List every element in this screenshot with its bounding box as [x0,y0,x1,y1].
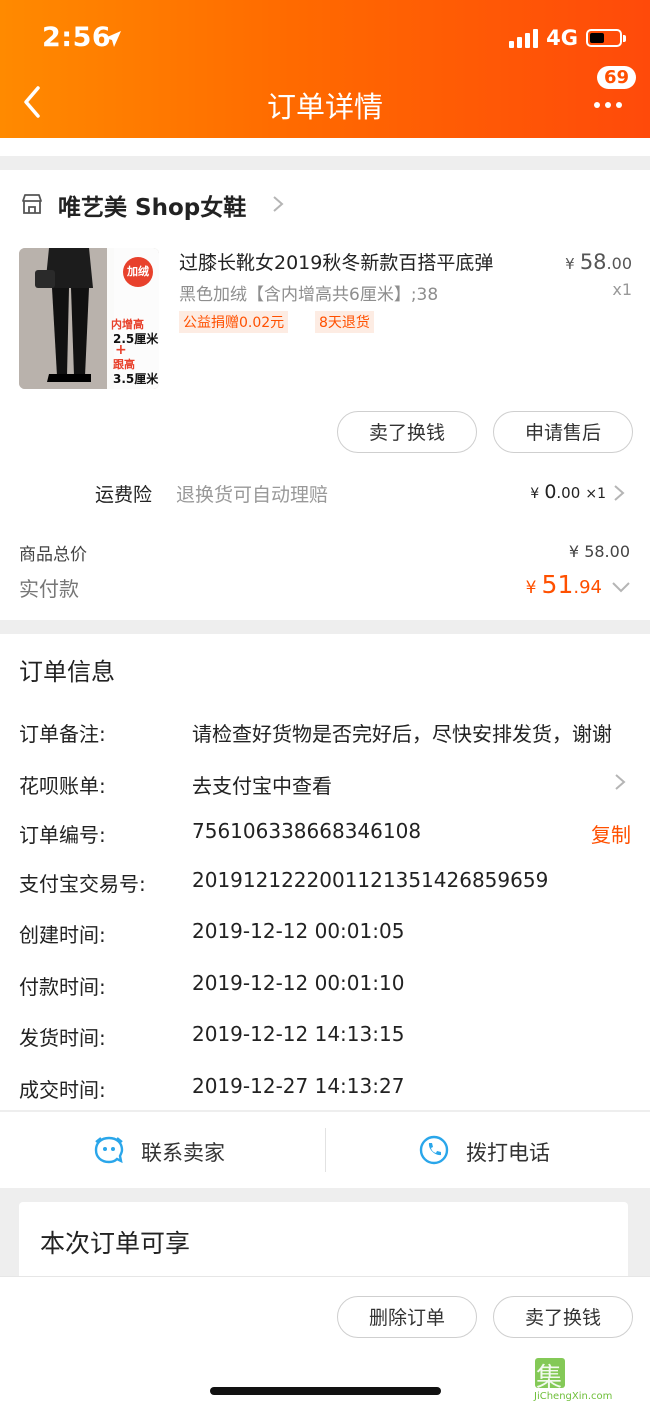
info-label: 订单备注: [19,722,106,746]
goods-total-value: ¥ 58.00 [568,542,630,561]
charity-tag: 公益捐赠0.02元 [179,311,289,333]
product-title[interactable]: 过膝长靴女2019秋冬新款百搭平底弹 [179,248,493,275]
info-label: 成交时间: [19,1078,106,1102]
page-title: 订单详情 [266,90,383,124]
more-dots-icon [594,102,622,108]
info-value: 2019-12-27 14:13:27 [192,1074,405,1098]
order-benefits-card: 本次订单可享 [19,1202,628,1282]
contact-bar: 联系卖家 拨打电话 [0,1111,650,1188]
paid-symbol: ¥ [525,578,537,598]
location-arrow-icon [105,31,121,47]
info-value[interactable]: 去支付宝中查看 [192,770,332,799]
footer-action-bar: 删除订单 卖了换钱 集诚信 JiChengXin.com [0,1276,650,1407]
app-header: 2:56 4G 订单详情 69 [0,0,650,138]
delete-order-button[interactable]: 删除订单 [337,1296,477,1338]
home-indicator[interactable] [210,1387,441,1395]
contact-seller-label: 联系卖家 [141,1141,225,1165]
thumb-tag: 加绒 [123,257,153,287]
info-value: 2019121222001121351426859659 [192,868,549,892]
info-value: 2019-12-12 00:01:05 [192,919,405,943]
insurance-price-int: 0 [544,481,557,503]
watermark-text: 集诚信 [536,1363,627,1393]
info-label: 花呗账单: [19,774,106,798]
order-info-title: 订单信息 [19,658,115,686]
expand-chevron-icon[interactable] [610,580,632,594]
price-symbol: ¥ [565,255,575,273]
watermark-url: JiChengXin.com [534,1391,613,1402]
after-sale-button[interactable]: 申请售后 [493,411,633,453]
footer-sell-exchange-button[interactable]: 卖了换钱 [493,1296,633,1338]
thumb-text-4: 3.5厘米 [113,372,159,386]
phone-icon [419,1135,449,1165]
product-sku: 黑色加绒【含内增高共6厘米】;38 [179,285,439,305]
product-qty: x1 [612,280,632,299]
header-spacer [0,138,650,156]
call-phone-button[interactable]: 拨打电话 [326,1112,650,1188]
order-product-card: 唯艺美 Shop女鞋 加绒 内增高 2.5厘米 + 跟高 3.5厘米 过膝长靴女… [0,170,650,620]
insurance-label: 运费险 [95,484,153,506]
price-int: 58 [579,250,607,274]
paid-dec: .94 [573,577,602,598]
signal-icon [509,28,539,48]
insurance-price[interactable]: ¥ 0.00 ×1 [530,481,606,503]
info-label: 支付宝交易号: [19,872,146,896]
battery-icon [586,29,626,47]
info-label: 付款时间: [19,975,106,999]
chat-icon [94,1136,124,1164]
contact-seller-button[interactable]: 联系卖家 [0,1112,325,1188]
insurance-chevron-icon[interactable] [612,483,626,503]
info-value: 2019-12-12 00:01:10 [192,971,405,995]
info-value: 请检查好货物是否完好后，尽快安排发货，谢谢 [192,722,612,746]
insurance-qty: ×1 [585,486,606,502]
info-value: 756106338668346108 [192,819,422,843]
sell-exchange-button[interactable]: 卖了换钱 [337,411,477,453]
product-price: ¥ 58.00 [565,250,632,274]
insurance-price-symbol: ¥ [530,486,540,502]
insurance-price-dec: .00 [556,484,581,502]
watermark-logo: 集诚信 JiChengXin.com [534,1357,648,1407]
return-tag: 8天退货 [315,311,374,333]
huabei-chevron-icon[interactable] [613,772,627,792]
status-indicators: 4G [509,26,626,50]
paid-amount: ¥ 51.94 [526,570,602,599]
insurance-desc: 退换货可自动理赔 [176,484,329,506]
info-value: 2019-12-12 14:13:15 [192,1022,405,1046]
paid-int: 51 [541,570,574,599]
goods-total-label: 商品总价 [19,545,87,565]
shop-name[interactable]: 唯艺美 Shop女鞋 [58,188,246,222]
network-type: 4G [546,26,578,50]
copy-order-number-button[interactable]: 复制 [591,819,631,848]
more-menu-button[interactable]: 69 [592,66,636,116]
product-thumbnail[interactable]: 加绒 内增高 2.5厘米 + 跟高 3.5厘米 [19,248,159,389]
status-time: 2:56 [42,22,112,53]
info-label: 订单编号: [19,823,106,847]
paid-label: 实付款 [19,577,79,601]
info-label: 发货时间: [19,1026,106,1050]
shop-icon [22,194,42,214]
benefits-title: 本次订单可享 [40,1229,191,1258]
order-info-card: 订单信息 订单备注: 请检查好货物是否完好后，尽快安排发货，谢谢 花呗账单: 去… [0,634,650,1110]
message-count-badge: 69 [596,66,636,89]
info-label: 创建时间: [19,923,106,947]
call-phone-label: 拨打电话 [466,1141,550,1165]
price-dec: .00 [606,254,632,273]
chevron-right-icon[interactable] [270,194,286,214]
